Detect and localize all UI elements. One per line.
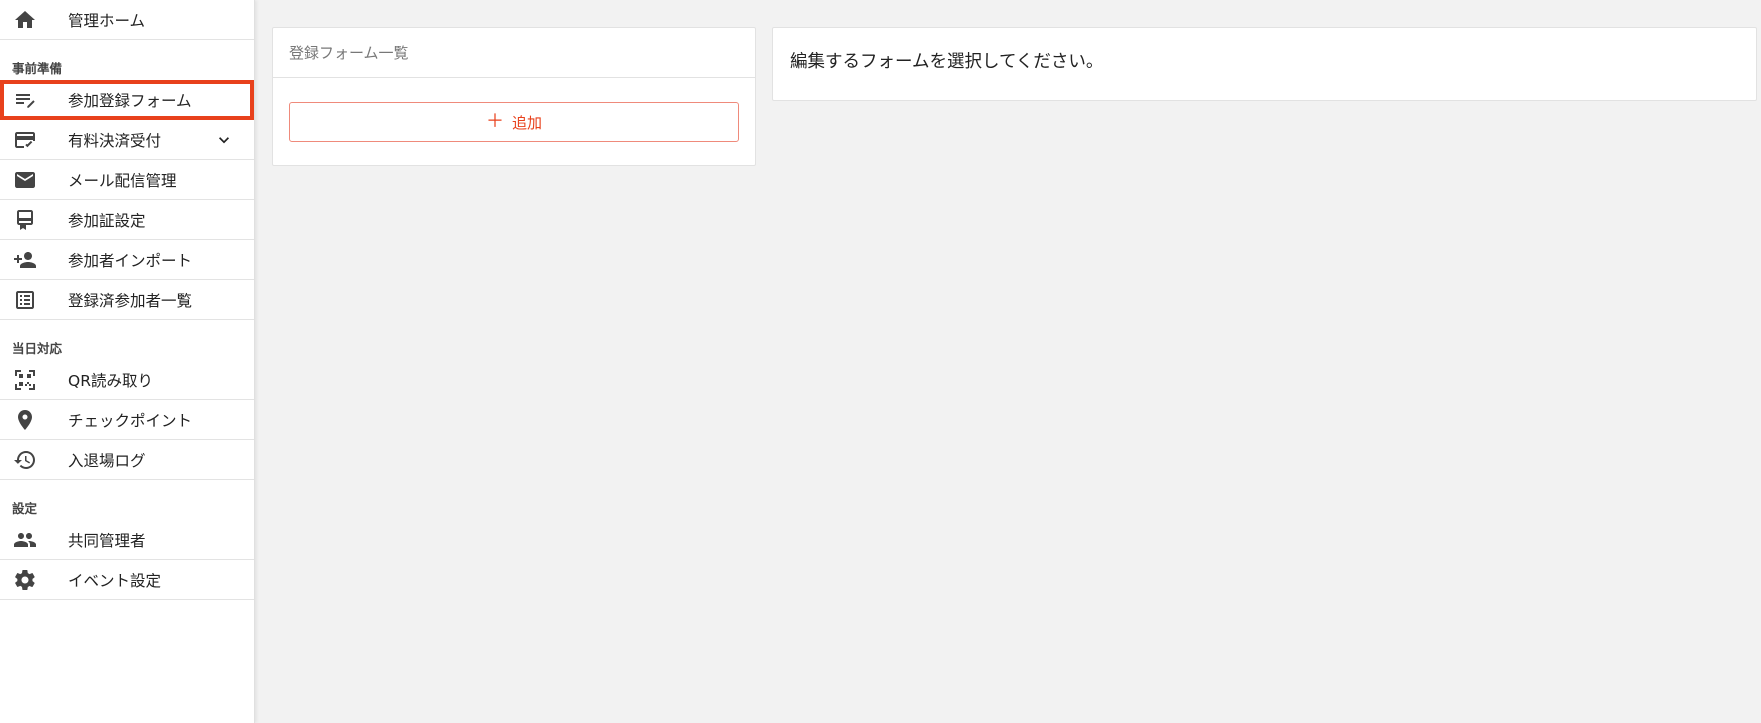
form-list-card: 登録フォーム一覧 ＋ 追加 — [272, 27, 756, 166]
sidebar-item-qr-scan[interactable]: QR読み取り — [0, 360, 254, 400]
sidebar-item-label: 有料決済受付 — [68, 131, 162, 150]
sidebar-item-badge-settings[interactable]: 参加証設定 — [0, 200, 254, 240]
sidebar-item-entry-exit-log[interactable]: 入退場ログ — [0, 440, 254, 480]
chevron-down-icon[interactable] — [214, 130, 234, 150]
sidebar-item-event-settings[interactable]: イベント設定 — [0, 560, 254, 600]
sidebar-item-registration-form[interactable]: 参加登録フォーム — [0, 80, 254, 120]
sidebar-item-label: 登録済参加者一覧 — [68, 291, 193, 310]
home-icon — [13, 8, 37, 32]
sidebar-item-label: 共同管理者 — [68, 531, 146, 550]
sidebar-item-co-admins[interactable]: 共同管理者 — [0, 520, 254, 560]
gear-icon — [13, 568, 37, 592]
sidebar-item-label: 参加者インポート — [68, 251, 193, 270]
location-pin-icon — [13, 408, 37, 432]
section-header-event-day: 当日対応 — [12, 341, 63, 356]
history-icon — [13, 448, 37, 472]
add-button-label: 追加 — [511, 113, 542, 132]
qr-scan-icon — [13, 368, 37, 392]
sidebar-item-label: 管理ホーム — [68, 11, 146, 30]
sidebar-item-participant-import[interactable]: 参加者インポート — [0, 240, 254, 280]
sidebar-item-label: メール配信管理 — [68, 171, 177, 190]
sidebar-item-label: 参加証設定 — [68, 211, 146, 230]
plus-icon: ＋ — [485, 111, 504, 132]
sidebar-item-registered-participants[interactable]: 登録済参加者一覧 — [0, 280, 254, 320]
mail-icon — [13, 168, 37, 192]
sidebar-item-label: 入退場ログ — [68, 451, 146, 470]
add-form-button[interactable]: ＋ 追加 — [289, 102, 739, 142]
sidebar-item-label: イベント設定 — [68, 571, 162, 590]
section-header-preparation: 事前準備 — [12, 61, 63, 76]
badge-icon — [13, 208, 37, 232]
sidebar: 管理ホーム 事前準備 参加登録フォーム 有料決済受付 メール配信管理 参加証設定 — [0, 0, 255, 723]
edit-note-icon — [13, 88, 37, 112]
sidebar-item-mail-delivery[interactable]: メール配信管理 — [0, 160, 254, 200]
section-header-settings: 設定 — [12, 501, 38, 516]
credit-card-check-icon — [13, 128, 37, 152]
sidebar-item-label: チェックポイント — [68, 411, 193, 430]
select-form-message: 編集するフォームを選択してください。 — [790, 52, 1104, 72]
sidebar-item-label: QR読み取り — [68, 371, 153, 390]
sidebar-item-home[interactable]: 管理ホーム — [0, 0, 254, 40]
sidebar-item-checkpoint[interactable]: チェックポイント — [0, 400, 254, 440]
sidebar-item-paid-payment[interactable]: 有料決済受付 — [0, 120, 254, 160]
list-icon — [13, 288, 37, 312]
form-editor-card: 編集するフォームを選択してください。 — [772, 27, 1757, 101]
people-icon — [13, 528, 37, 552]
person-add-icon — [13, 248, 37, 272]
sidebar-item-label: 参加登録フォーム — [68, 91, 192, 110]
form-list-title: 登録フォーム一覧 — [273, 28, 755, 78]
